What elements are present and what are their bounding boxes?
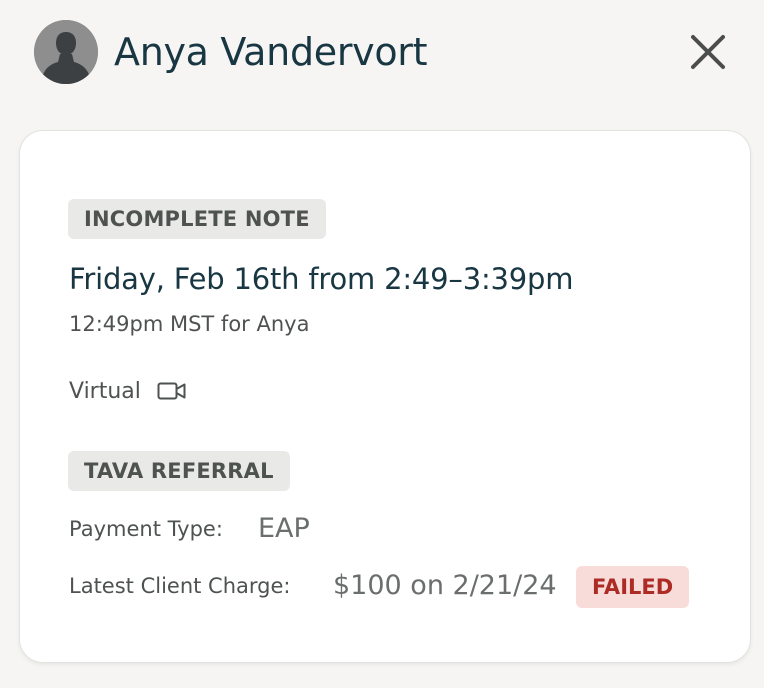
video-camera-icon xyxy=(157,380,187,402)
appointment-card: INCOMPLETE NOTE Friday, Feb 16th from 2:… xyxy=(19,130,751,663)
client-header: Anya Vandervort xyxy=(0,0,764,110)
latest-charge-value: $100 on 2/21/24 xyxy=(333,570,557,601)
referral-badge: TAVA REFERRAL xyxy=(68,451,290,491)
note-status-badge: INCOMPLETE NOTE xyxy=(68,199,326,239)
payment-type-value: EAP xyxy=(258,513,310,544)
avatar xyxy=(34,20,98,84)
client-name: Anya Vandervort xyxy=(114,30,428,74)
session-date-time: Friday, Feb 16th from 2:49–3:39pm xyxy=(69,262,574,296)
close-icon[interactable] xyxy=(684,28,732,76)
client-local-time: 12:49pm MST for Anya xyxy=(69,312,310,336)
person-silhouette-icon xyxy=(34,20,98,84)
session-modality: Virtual xyxy=(69,375,187,407)
charge-status-badge: FAILED xyxy=(576,566,690,608)
payment-type-label: Payment Type: xyxy=(69,517,223,541)
close-button[interactable] xyxy=(684,28,732,76)
modality-label: Virtual xyxy=(69,378,141,404)
latest-charge-label: Latest Client Charge: xyxy=(69,574,291,598)
